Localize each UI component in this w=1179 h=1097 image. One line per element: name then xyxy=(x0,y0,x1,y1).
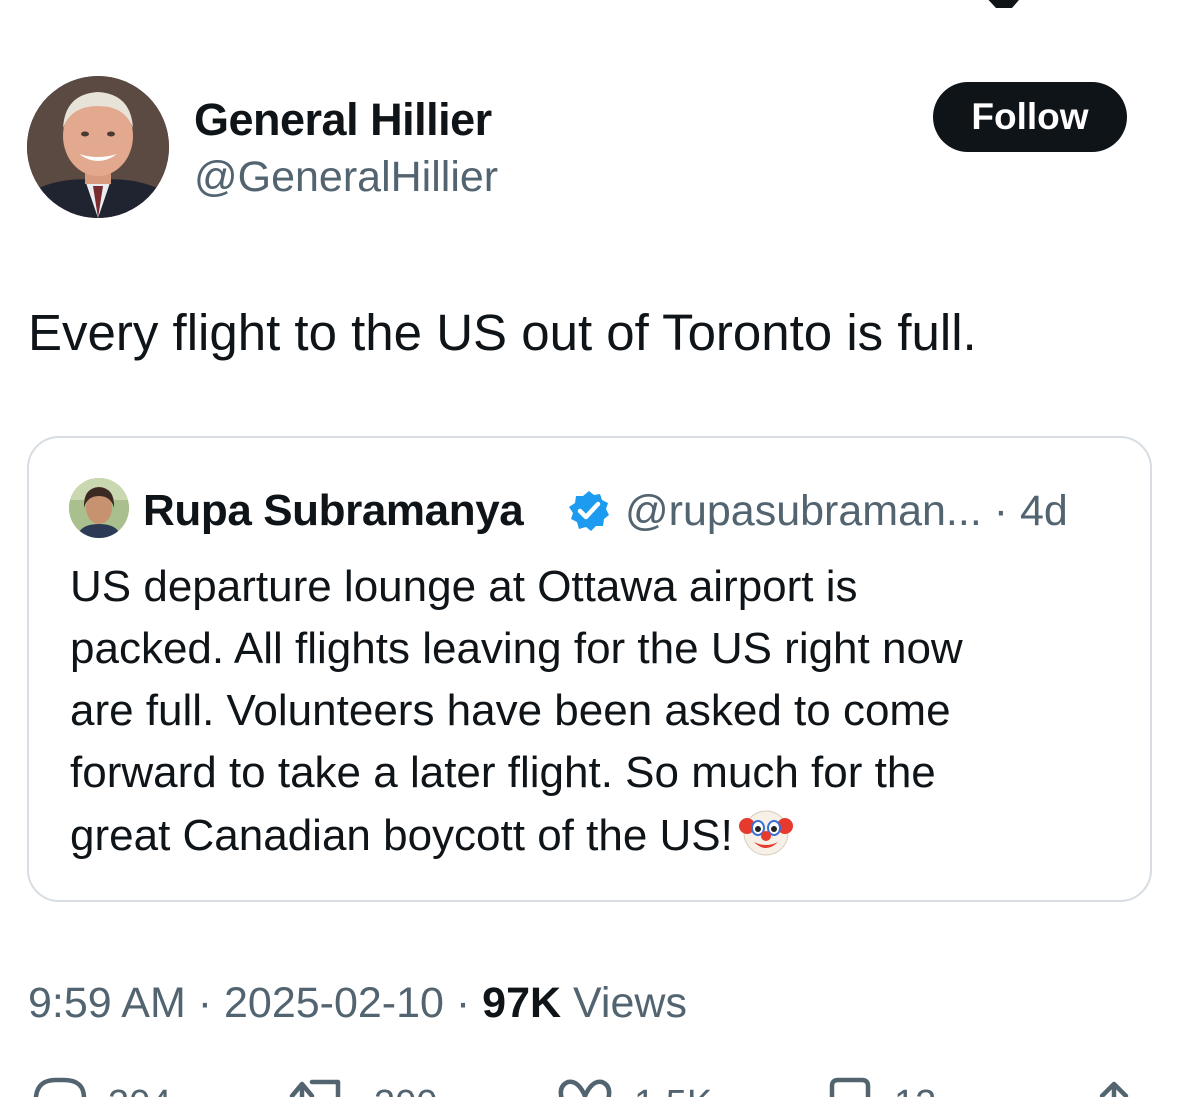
reply-button[interactable]: 304 xyxy=(30,1074,171,1097)
quote-author-avatar[interactable] xyxy=(69,478,129,538)
verified-badge-icon xyxy=(567,489,611,533)
action-bar: 304 300 1.5K 12 xyxy=(0,1074,1179,1097)
author-handle[interactable]: @GeneralHillier xyxy=(194,153,498,202)
quote-text-body: US departure lounge at Ottawa airport is… xyxy=(70,562,963,860)
post-time[interactable]: 9:59 AM xyxy=(28,979,186,1027)
bookmark-icon xyxy=(829,1077,871,1097)
quote-author-handle: @rupasubraman... · 4d xyxy=(625,487,1068,535)
quote-text: US departure lounge at Ottawa airport is… xyxy=(70,556,1120,867)
meta-separator: · xyxy=(443,979,483,1027)
share-icon xyxy=(1099,1081,1129,1097)
clown-face-icon xyxy=(738,804,793,858)
like-button[interactable]: 1.5K xyxy=(556,1074,712,1097)
like-icon xyxy=(558,1079,612,1097)
author-avatar[interactable] xyxy=(27,76,169,218)
quote-author-name[interactable]: Rupa Subramanya xyxy=(143,486,524,536)
repost-button[interactable]: 300 xyxy=(288,1074,437,1097)
meta-separator: · xyxy=(185,979,224,1027)
repost-count: 300 xyxy=(374,1084,437,1097)
repost-icon xyxy=(289,1079,341,1097)
post-meta: 9:59 AM · 2025-02-10 · 97K Views xyxy=(28,979,687,1028)
reply-icon xyxy=(33,1077,87,1097)
share-button[interactable] xyxy=(1090,1074,1158,1097)
bookmark-count: 12 xyxy=(894,1084,936,1097)
like-count: 1.5K xyxy=(634,1084,712,1097)
x-logo-icon xyxy=(960,0,1044,10)
views-count: 97K xyxy=(482,979,562,1027)
follow-button[interactable]: Follow xyxy=(933,82,1127,152)
reply-count: 304 xyxy=(108,1084,171,1097)
author-name[interactable]: General Hillier xyxy=(194,94,492,146)
post-text: Every flight to the US out of Toronto is… xyxy=(28,304,977,361)
bookmark-button[interactable]: 12 xyxy=(826,1074,936,1097)
post-date[interactable]: 2025-02-10 xyxy=(224,979,444,1027)
views-label: Views xyxy=(573,979,687,1027)
quoted-post[interactable]: Rupa Subramanya @rupasubraman... · 4d US… xyxy=(27,436,1152,902)
